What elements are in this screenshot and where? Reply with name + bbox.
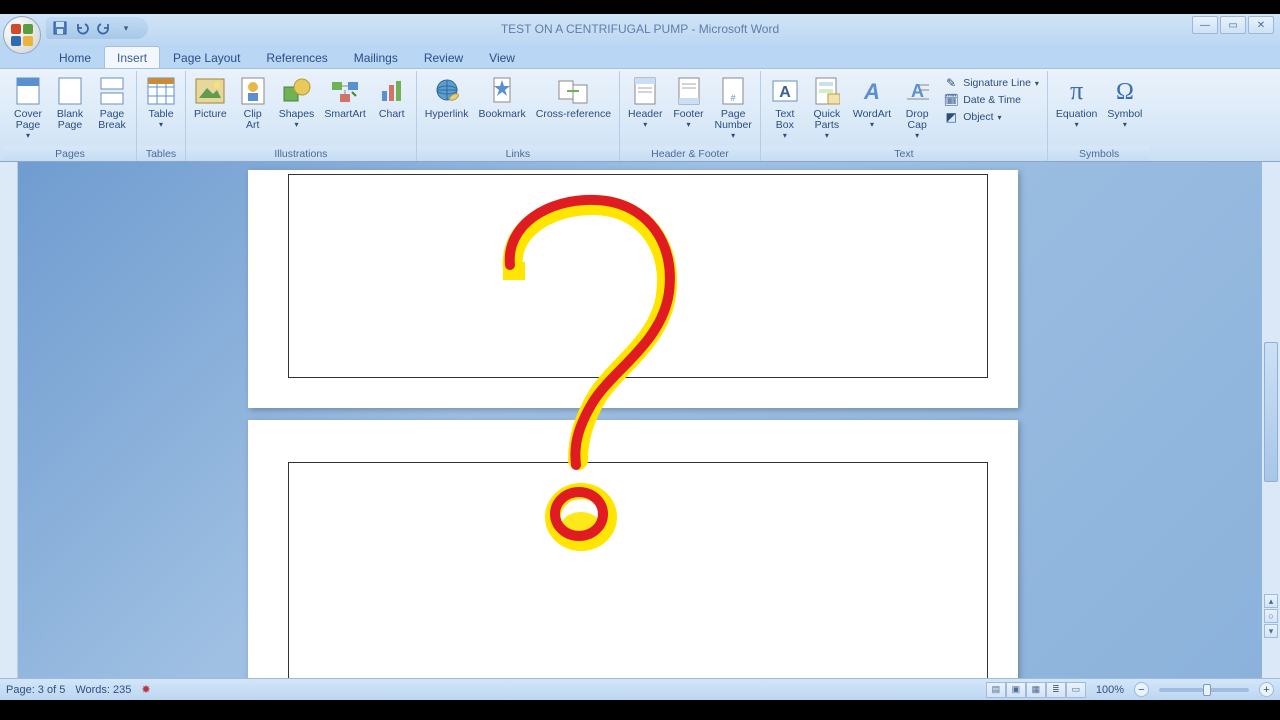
zoom-knob[interactable] xyxy=(1203,684,1211,696)
window-controls: — ▭ ✕ xyxy=(1192,16,1274,34)
full-screen-view[interactable]: ▣ xyxy=(1006,682,1026,698)
office-logo-icon xyxy=(11,24,33,46)
proofing-icon[interactable]: ✸ xyxy=(141,683,150,696)
group-label: Text xyxy=(761,146,1047,161)
group-label: Links xyxy=(417,146,619,161)
page-bottom[interactable] xyxy=(248,420,1018,678)
prev-page-button[interactable]: ▴ xyxy=(1264,594,1278,608)
signature-icon: ✎ xyxy=(943,75,959,91)
web-layout-view[interactable]: ▦ xyxy=(1026,682,1046,698)
save-button[interactable] xyxy=(52,20,68,36)
tab-page-layout[interactable]: Page Layout xyxy=(160,46,253,68)
tab-view[interactable]: View xyxy=(476,46,528,68)
group-tables: Table▾ Tables xyxy=(137,71,186,161)
tab-references[interactable]: References xyxy=(253,46,340,68)
picture-button[interactable]: Picture xyxy=(190,73,231,122)
svg-text:A: A xyxy=(911,81,924,101)
close-button[interactable]: ✕ xyxy=(1248,16,1274,34)
page-content-frame xyxy=(288,462,988,678)
tab-mailings[interactable]: Mailings xyxy=(341,46,411,68)
object-button[interactable]: ◩Object ▾ xyxy=(943,109,1039,125)
document-name: TEST ON A CENTRIFUGAL PUMP xyxy=(501,22,688,36)
group-label: Illustrations xyxy=(186,146,416,161)
hyperlink-button[interactable]: Hyperlink xyxy=(421,73,473,122)
quick-access-toolbar: ▾ xyxy=(46,17,148,39)
cross-reference-button[interactable]: Cross-reference xyxy=(532,73,615,122)
group-links: Hyperlink Bookmark Cross-reference Links xyxy=(417,71,620,161)
app-name: Microsoft Word xyxy=(699,22,779,36)
object-icon: ◩ xyxy=(943,109,959,125)
svg-text:A: A xyxy=(779,84,791,101)
vertical-ruler[interactable] xyxy=(0,162,18,678)
scroll-thumb[interactable] xyxy=(1264,342,1278,482)
tab-home[interactable]: Home xyxy=(46,46,104,68)
tab-review[interactable]: Review xyxy=(411,46,476,68)
chart-button[interactable]: Chart xyxy=(372,73,412,122)
group-label: Header & Footer xyxy=(620,146,760,161)
word-count[interactable]: Words: 235 xyxy=(75,684,131,696)
next-page-button[interactable]: ▾ xyxy=(1264,624,1278,638)
browse-object-button[interactable]: ○ xyxy=(1264,609,1278,623)
date-icon: 🗓 xyxy=(943,92,959,108)
ribbon-insert: Cover Page▾ Blank Page Page Break Pages … xyxy=(0,68,1280,162)
signature-line-button[interactable]: ✎Signature Line ▾ xyxy=(943,75,1039,91)
page-number-button[interactable]: #Page Number▾ xyxy=(711,73,756,142)
titlebar: ▾ TEST ON A CENTRIFUGAL PUMP - Microsoft… xyxy=(0,14,1280,44)
group-header-footer: Header▾ Footer▾ #Page Number▾ Header & F… xyxy=(620,71,761,161)
clip-art-button[interactable]: Clip Art xyxy=(233,73,273,133)
tab-insert[interactable]: Insert xyxy=(104,46,160,68)
drop-cap-button[interactable]: ADrop Cap▾ xyxy=(897,73,937,142)
zoom-level[interactable]: 100% xyxy=(1096,684,1124,696)
document-area[interactable]: ▴ ○ ▾ xyxy=(0,162,1280,678)
smartart-button[interactable]: SmartArt xyxy=(320,73,369,122)
group-symbols: πEquation▾ ΩSymbol▾ Symbols xyxy=(1048,71,1150,161)
zoom-in-button[interactable]: + xyxy=(1259,682,1274,697)
status-bar: Page: 3 of 5 Words: 235 ✸ ▤ ▣ ▦ ≣ ▭ 100%… xyxy=(0,678,1280,700)
cover-page-button[interactable]: Cover Page▾ xyxy=(8,73,48,142)
symbol-button[interactable]: ΩSymbol▾ xyxy=(1103,73,1146,131)
text-small-buttons: ✎Signature Line ▾ 🗓Date & Time ◩Object ▾ xyxy=(939,73,1043,127)
svg-text:A: A xyxy=(863,79,880,104)
bookmark-button[interactable]: Bookmark xyxy=(475,73,530,122)
header-button[interactable]: Header▾ xyxy=(624,73,666,131)
office-button[interactable] xyxy=(3,16,41,54)
group-label: Tables xyxy=(137,146,185,161)
shapes-button[interactable]: Shapes▾ xyxy=(275,73,319,131)
zoom-out-button[interactable]: − xyxy=(1134,682,1149,697)
outline-view[interactable]: ≣ xyxy=(1046,682,1066,698)
minimize-button[interactable]: — xyxy=(1192,16,1218,34)
blank-page-button[interactable]: Blank Page xyxy=(50,73,90,133)
vertical-scrollbar[interactable]: ▴ ○ ▾ xyxy=(1262,162,1280,678)
print-layout-view[interactable]: ▤ xyxy=(986,682,1006,698)
page-top[interactable] xyxy=(248,170,1018,408)
window-title: TEST ON A CENTRIFUGAL PUMP - Microsoft W… xyxy=(501,22,779,36)
date-time-button[interactable]: 🗓Date & Time xyxy=(943,92,1039,108)
page-content-frame xyxy=(288,174,988,378)
view-buttons: ▤ ▣ ▦ ≣ ▭ xyxy=(986,682,1086,698)
footer-button[interactable]: Footer▾ xyxy=(669,73,709,131)
equation-button[interactable]: πEquation▾ xyxy=(1052,73,1101,131)
maximize-button[interactable]: ▭ xyxy=(1220,16,1246,34)
redo-button[interactable] xyxy=(96,20,112,36)
page-indicator[interactable]: Page: 3 of 5 xyxy=(6,684,65,696)
wordart-button[interactable]: AWordArt▾ xyxy=(849,73,895,131)
group-illustrations: Picture Clip Art Shapes▾ SmartArt Chart … xyxy=(186,71,417,161)
page-break-button[interactable]: Page Break xyxy=(92,73,132,133)
svg-text:#: # xyxy=(731,93,736,103)
zoom-slider[interactable] xyxy=(1159,688,1249,692)
undo-button[interactable] xyxy=(74,20,90,36)
group-label: Pages xyxy=(4,146,136,161)
quick-parts-button[interactable]: Quick Parts▾ xyxy=(807,73,847,142)
group-pages: Cover Page▾ Blank Page Page Break Pages xyxy=(4,71,137,161)
qat-dropdown[interactable]: ▾ xyxy=(118,20,134,36)
group-text: AText Box▾ Quick Parts▾ AWordArt▾ ADrop … xyxy=(761,71,1048,161)
ribbon-tabs: Home Insert Page Layout References Maili… xyxy=(0,44,1280,68)
word-window: ▾ TEST ON A CENTRIFUGAL PUMP - Microsoft… xyxy=(0,14,1280,700)
draft-view[interactable]: ▭ xyxy=(1066,682,1086,698)
text-box-button[interactable]: AText Box▾ xyxy=(765,73,805,142)
table-button[interactable]: Table▾ xyxy=(141,73,181,131)
group-label: Symbols xyxy=(1048,146,1150,161)
